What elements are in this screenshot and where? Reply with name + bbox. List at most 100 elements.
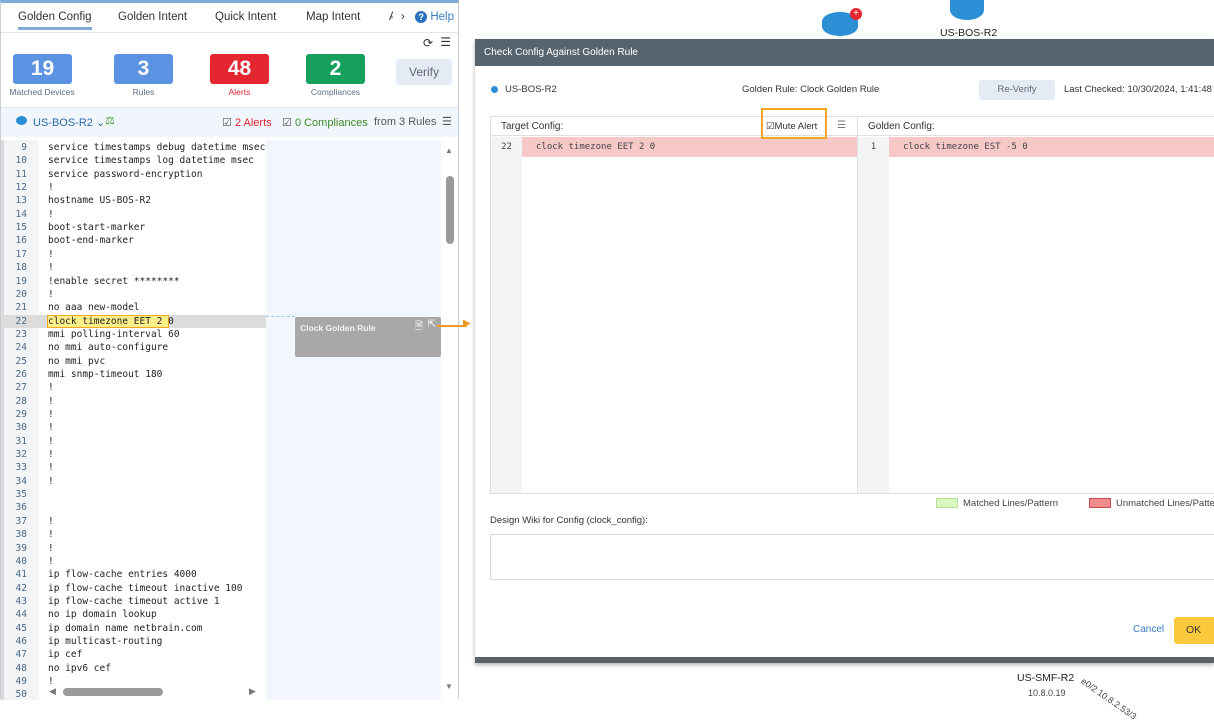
open-external-icon[interactable]: ⇱ bbox=[428, 319, 436, 330]
check-config-dialog: Check Config Against Golden Rule US-BOS-… bbox=[475, 39, 1214, 663]
unmatched-line: 22 clock timezone EET 2 0 bbox=[491, 137, 857, 157]
line-number: 29 bbox=[15, 409, 27, 420]
rules-count[interactable]: 3 bbox=[114, 54, 173, 84]
tab-golden-intent[interactable]: Golden Intent bbox=[118, 11, 187, 23]
compliances-filter[interactable]: ☑ 0 Compliances bbox=[282, 116, 368, 129]
tabs-next-icon[interactable]: › bbox=[401, 11, 405, 23]
config-line: ! bbox=[48, 542, 54, 554]
line-gutter bbox=[858, 137, 889, 493]
ok-button[interactable]: OK bbox=[1174, 617, 1214, 644]
last-checked: Last Checked: 10/30/2024, 1:41:48 bbox=[1064, 84, 1212, 95]
line-number: 44 bbox=[15, 609, 27, 621]
dialog-title: Check Config Against Golden Rule bbox=[475, 39, 1214, 66]
mute-alert-highlight-box bbox=[761, 108, 827, 139]
list-icon[interactable]: ☰ bbox=[442, 115, 452, 128]
line-number: 31 bbox=[15, 435, 27, 447]
line-number: 18 bbox=[15, 262, 27, 274]
line-number: 36 bbox=[15, 502, 27, 514]
alerts-filter[interactable]: ☑ 2 Alerts bbox=[222, 116, 272, 129]
scroll-right-icon[interactable]: ▶ bbox=[249, 686, 256, 697]
checkbox-icon[interactable]: ☑ bbox=[282, 117, 292, 129]
refresh-icon[interactable]: ⟳ bbox=[423, 36, 433, 50]
rule-card-title: Clock Golden Rule bbox=[300, 323, 376, 333]
line-number: 42 bbox=[15, 582, 27, 594]
config-line: service password-encryption bbox=[48, 168, 203, 180]
rule-card[interactable]: Clock Golden Rule 🗎 ⇱ bbox=[295, 317, 441, 357]
line-number: 35 bbox=[15, 489, 27, 501]
legend-unmatched-label: Unmatched Lines/Pattern bbox=[1116, 498, 1214, 509]
config-line: ! bbox=[48, 422, 54, 434]
checkbox-icon[interactable]: ☑ bbox=[222, 117, 232, 129]
config-line: ip flow-cache timeout inactive 100 bbox=[48, 582, 243, 594]
config-line: ip domain name netbrain.com bbox=[48, 622, 203, 634]
legend-unmatched: Unmatched Lines/Pattern bbox=[1089, 498, 1214, 509]
verify-button[interactable]: Verify bbox=[396, 59, 452, 85]
tab-bar: Golden Config Golden Intent Quick Intent… bbox=[1, 3, 458, 33]
horizontal-scrollbar[interactable]: ◀ ▶ bbox=[39, 684, 266, 700]
help-link[interactable]: ? Help bbox=[415, 11, 454, 23]
map-device-label[interactable]: US-SMF-R2 bbox=[1017, 672, 1074, 684]
cancel-button[interactable]: Cancel bbox=[1133, 624, 1164, 635]
split-view-icon[interactable]: ☰ bbox=[837, 120, 846, 131]
alerts-count[interactable]: 48 bbox=[210, 54, 269, 84]
line-number: 34 bbox=[15, 475, 27, 487]
config-line: boot-start-marker bbox=[48, 222, 146, 234]
config-line: mmi polling-interval 60 bbox=[48, 328, 180, 340]
reverify-button[interactable]: Re-Verify bbox=[979, 80, 1055, 100]
device-bar: US-BOS-R2 ⌄ ⚖ ☑ 2 Alerts ☑ 0 Compliances… bbox=[1, 107, 458, 137]
target-config-label: Target Config: bbox=[501, 121, 564, 132]
line-number: 9 bbox=[21, 142, 27, 153]
line-number: 1 bbox=[858, 137, 889, 157]
target-config-pane: Target Config: ☑Mute Alert ☰ 22 clock tim… bbox=[490, 116, 858, 494]
config-line: !enable secret ******** bbox=[48, 275, 180, 287]
line-gutter bbox=[491, 137, 522, 493]
device-select[interactable]: US-BOS-R2 ⌄ bbox=[33, 116, 105, 129]
unmatched-line: 1 clock timezone EST -5 0 bbox=[858, 137, 1214, 157]
tab-overflow[interactable]: A bbox=[389, 11, 393, 23]
line-number: 47 bbox=[15, 649, 27, 661]
matched-devices-label: Matched Devices bbox=[9, 87, 75, 97]
line-number: 27 bbox=[15, 382, 27, 394]
menu-icon[interactable]: ☰ bbox=[440, 35, 451, 49]
config-line: ! bbox=[48, 449, 54, 461]
line-number: 22 bbox=[15, 315, 27, 327]
arrow-head-icon: ▶ bbox=[463, 318, 471, 329]
tab-golden-config[interactable]: Golden Config bbox=[18, 11, 92, 30]
compliances-label: Compliances bbox=[310, 87, 361, 97]
tab-map-intent[interactable]: Map Intent bbox=[306, 11, 360, 23]
matched-devices-count[interactable]: 19 bbox=[13, 54, 72, 84]
unmatched-swatch bbox=[1089, 498, 1111, 509]
config-viewer: 9 service timestamps debug datetime msec 1… bbox=[1, 140, 458, 700]
dialog-device: US-BOS-R2 bbox=[505, 84, 557, 95]
document-icon[interactable]: 🗎 bbox=[415, 319, 423, 336]
line-number: 25 bbox=[15, 355, 27, 367]
scroll-up-icon[interactable]: ▲ bbox=[445, 146, 453, 155]
line-number: 23 bbox=[15, 328, 27, 340]
scroll-left-icon[interactable]: ◀ bbox=[49, 686, 56, 697]
stats-area: ⟳ ☰ 19 Matched Devices 3 Rules 48 Alerts… bbox=[1, 35, 458, 108]
scroll-down-icon[interactable]: ▼ bbox=[445, 682, 453, 691]
rule-pane: Clock Golden Rule 🗎 ⇱ bbox=[266, 140, 441, 700]
hscroll-thumb[interactable] bbox=[63, 688, 163, 696]
map-device-label[interactable]: US-BOS-R2 bbox=[940, 27, 997, 39]
router-icon bbox=[491, 86, 498, 93]
scrollbar-thumb[interactable] bbox=[446, 176, 454, 244]
compare-icon[interactable]: ⚖ bbox=[105, 114, 115, 127]
line-number: 48 bbox=[15, 662, 27, 674]
vertical-scrollbar[interactable]: ▲ ▼ bbox=[441, 140, 458, 700]
config-line: ip multicast-routing bbox=[48, 635, 163, 647]
config-line: no ip domain lookup bbox=[48, 609, 157, 621]
line-number: 20 bbox=[15, 288, 27, 300]
config-line: ! bbox=[48, 248, 54, 260]
design-wiki-field[interactable] bbox=[490, 534, 1214, 580]
line-number: 17 bbox=[15, 248, 27, 260]
line-number: 38 bbox=[15, 529, 27, 541]
compliances-filter-label: 0 Compliances bbox=[294, 117, 368, 129]
router-icon[interactable] bbox=[950, 0, 984, 20]
line-number: 28 bbox=[15, 395, 27, 407]
line-number: 16 bbox=[15, 235, 27, 247]
tab-quick-intent[interactable]: Quick Intent bbox=[215, 11, 276, 23]
line-number: 10 bbox=[15, 155, 27, 167]
compliances-count[interactable]: 2 bbox=[306, 54, 365, 84]
config-line: service timestamps debug datetime msec bbox=[48, 142, 266, 153]
